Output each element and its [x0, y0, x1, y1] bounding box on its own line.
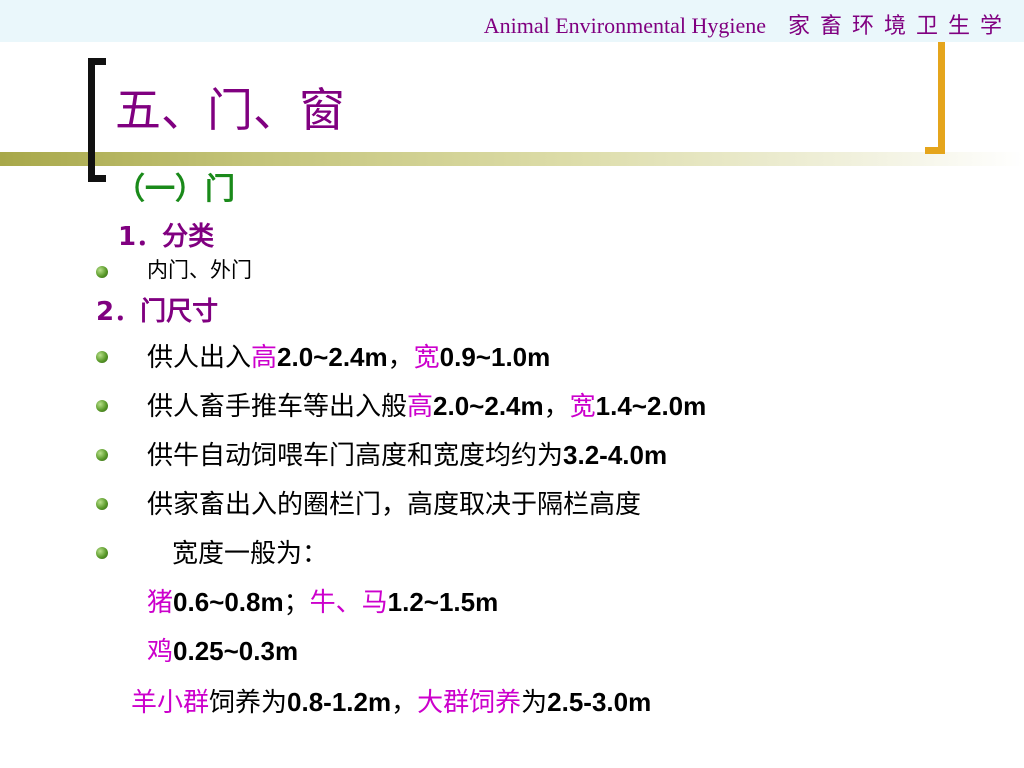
course-title-cn: 家畜环境卫生学 [787, 13, 1012, 38]
list-item: 供人出入高2.0~2.4m，宽0.9~1.0m [147, 342, 551, 373]
list-item: 宽度一般为： [172, 539, 329, 569]
section-door-size: 2．门尺寸 [96, 297, 219, 327]
course-title-en: Animal Environmental Hygiene [483, 13, 766, 38]
bullet-icon [96, 547, 108, 559]
section-classification: 1．分类 [118, 222, 215, 252]
course-title: Animal Environmental Hygiene 家畜环境卫生学 [484, 8, 1012, 40]
bullet-icon [96, 498, 108, 510]
bullet-icon [96, 449, 108, 461]
slide-title: 五、门、窗 [115, 83, 345, 137]
list-item: 鸡0.25~0.3m [147, 636, 299, 667]
left-bracket [88, 58, 106, 182]
list-item: 供家畜出入的圈栏门，高度取决于隔栏高度 [147, 490, 642, 520]
list-item: 羊小群饲养为0.8-1.2m，大群饲养为2.5-3.0m [131, 687, 652, 718]
right-bracket [925, 42, 945, 154]
list-item: 猪0.6~0.8m；牛、马1.2~1.5m [147, 587, 499, 618]
header-bar: Animal Environmental Hygiene 家畜环境卫生学 [0, 0, 1024, 42]
list-item: 内门、外门 [147, 258, 252, 282]
bullet-icon [96, 266, 108, 278]
bullet-icon [96, 351, 108, 363]
slide-subtitle: （一）门 [115, 172, 235, 207]
bullet-icon [96, 400, 108, 412]
list-item: 供牛自动饲喂车门高度和宽度均约为3.2-4.0m [147, 440, 668, 471]
list-item: 供人畜手推车等出入般高2.0~2.4m，宽1.4~2.0m [147, 391, 707, 422]
